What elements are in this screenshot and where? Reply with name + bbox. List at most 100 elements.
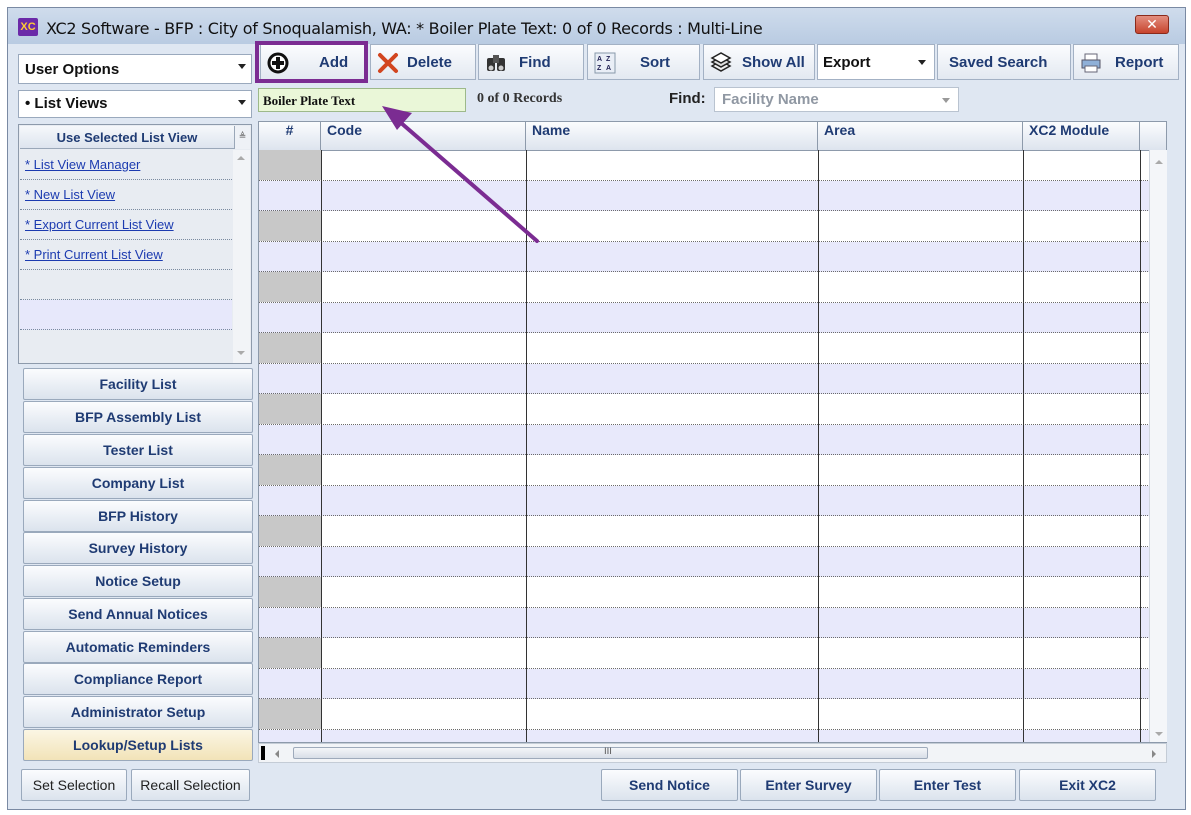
nav-compliance-report[interactable]: Compliance Report bbox=[23, 663, 253, 695]
table-row[interactable] bbox=[259, 363, 1166, 394]
table-row[interactable] bbox=[259, 455, 1166, 486]
row-selector[interactable] bbox=[259, 638, 321, 668]
enter-test-button[interactable]: Enter Test bbox=[879, 769, 1016, 801]
delete-button[interactable]: Delete bbox=[370, 44, 476, 80]
column-header-area[interactable]: Area bbox=[818, 122, 1023, 150]
scroll-left-icon[interactable] bbox=[275, 750, 279, 758]
find-field-select[interactable]: Facility Name bbox=[714, 87, 959, 112]
row-selector[interactable] bbox=[259, 424, 321, 454]
row-selector[interactable] bbox=[259, 729, 321, 742]
scroll-up-icon[interactable] bbox=[237, 156, 245, 160]
grid-header: # Code Name Area XC2 Module bbox=[259, 122, 1166, 151]
table-row[interactable] bbox=[259, 699, 1166, 730]
table-row[interactable] bbox=[259, 302, 1166, 333]
row-selector[interactable] bbox=[259, 668, 321, 698]
find-label: Find bbox=[519, 54, 551, 71]
scroll-right-icon[interactable] bbox=[1152, 750, 1156, 758]
printer-icon bbox=[1081, 53, 1101, 73]
set-selection-button[interactable]: Set Selection bbox=[21, 769, 127, 801]
exit-button[interactable]: Exit XC2 bbox=[1019, 769, 1156, 801]
show-all-button[interactable]: Show All bbox=[703, 44, 815, 80]
column-header-name[interactable]: Name bbox=[526, 122, 818, 150]
table-row[interactable] bbox=[259, 424, 1166, 455]
table-row[interactable] bbox=[259, 668, 1166, 699]
find-button[interactable]: Find bbox=[478, 44, 584, 80]
column-header-number[interactable]: # bbox=[259, 122, 321, 150]
row-selector[interactable] bbox=[259, 577, 321, 607]
row-selector[interactable] bbox=[259, 516, 321, 546]
scroll-thumb[interactable]: III bbox=[293, 747, 928, 759]
grid-horizontal-scrollbar[interactable]: III bbox=[258, 743, 1167, 763]
nav-bfp-assembly-list[interactable]: BFP Assembly List bbox=[23, 401, 253, 433]
nav-administrator-setup[interactable]: Administrator Setup bbox=[23, 696, 253, 728]
sort-label: Sort bbox=[640, 54, 670, 71]
row-selector[interactable] bbox=[259, 363, 321, 393]
list-item[interactable]: * Print Current List View bbox=[20, 240, 232, 270]
scroll-down-icon[interactable] bbox=[237, 351, 245, 355]
column-header-xc2-module[interactable]: XC2 Module bbox=[1023, 122, 1140, 150]
export-list-view-link[interactable]: * Export Current List View bbox=[25, 217, 174, 232]
row-selector[interactable] bbox=[259, 302, 321, 332]
table-row[interactable] bbox=[259, 241, 1166, 272]
nav-company-list[interactable]: Company List bbox=[23, 467, 253, 499]
row-selector[interactable] bbox=[259, 607, 321, 637]
scroll-down-icon[interactable] bbox=[1155, 732, 1163, 736]
row-selector[interactable] bbox=[259, 211, 321, 241]
column-header-code[interactable]: Code bbox=[321, 122, 526, 150]
nav-notice-setup[interactable]: Notice Setup bbox=[23, 565, 253, 597]
list-item[interactable]: * List View Manager bbox=[20, 150, 232, 180]
row-selector[interactable] bbox=[259, 272, 321, 302]
list-item bbox=[20, 300, 232, 330]
nav-lookup-setup-lists[interactable]: Lookup/Setup Lists bbox=[23, 729, 253, 761]
grip-icon: III bbox=[604, 747, 612, 757]
list-view-manager-link[interactable]: * List View Manager bbox=[25, 157, 140, 172]
use-selected-list-view-button[interactable]: Use Selected List View bbox=[20, 126, 234, 149]
table-row[interactable] bbox=[259, 211, 1166, 242]
table-row[interactable] bbox=[259, 485, 1166, 516]
sort-indicator-icon[interactable]: ≜ bbox=[234, 126, 250, 149]
table-row[interactable] bbox=[259, 546, 1166, 577]
nav-tester-list[interactable]: Tester List bbox=[23, 434, 253, 466]
nav-facility-list[interactable]: Facility List bbox=[23, 368, 253, 400]
table-row[interactable] bbox=[259, 150, 1166, 181]
table-row[interactable] bbox=[259, 180, 1166, 211]
row-selector[interactable] bbox=[259, 180, 321, 210]
row-selector[interactable] bbox=[259, 455, 321, 485]
row-selector[interactable] bbox=[259, 546, 321, 576]
table-row[interactable] bbox=[259, 577, 1166, 608]
row-selector[interactable] bbox=[259, 241, 321, 271]
send-notice-button[interactable]: Send Notice bbox=[601, 769, 738, 801]
close-button[interactable]: ✕ bbox=[1135, 15, 1169, 34]
nav-send-annual-notices[interactable]: Send Annual Notices bbox=[23, 598, 253, 630]
table-row[interactable] bbox=[259, 516, 1166, 547]
user-options-dropdown[interactable]: User Options bbox=[18, 54, 252, 84]
table-row[interactable] bbox=[259, 729, 1166, 742]
nav-survey-history[interactable]: Survey History bbox=[23, 532, 253, 564]
table-row[interactable] bbox=[259, 333, 1166, 364]
row-selector[interactable] bbox=[259, 394, 321, 424]
table-row[interactable] bbox=[259, 638, 1166, 669]
sort-button[interactable]: AZZA Sort bbox=[587, 44, 700, 80]
nav-bfp-history[interactable]: BFP History bbox=[23, 500, 253, 532]
row-selector[interactable] bbox=[259, 333, 321, 363]
list-item[interactable]: * Export Current List View bbox=[20, 210, 232, 240]
new-list-view-link[interactable]: * New List View bbox=[25, 187, 115, 202]
print-list-view-link[interactable]: * Print Current List View bbox=[25, 247, 163, 262]
row-selector[interactable] bbox=[259, 485, 321, 515]
recall-selection-button[interactable]: Recall Selection bbox=[131, 769, 250, 801]
list-view-scrollbar[interactable] bbox=[233, 150, 250, 363]
table-row[interactable] bbox=[259, 394, 1166, 425]
row-selector[interactable] bbox=[259, 699, 321, 729]
export-dropdown[interactable]: Export bbox=[817, 44, 935, 80]
table-row[interactable] bbox=[259, 607, 1166, 638]
list-views-dropdown[interactable]: • List Views bbox=[18, 90, 252, 118]
grid-vertical-scrollbar[interactable] bbox=[1149, 150, 1167, 742]
scroll-up-icon[interactable] bbox=[1155, 160, 1163, 164]
enter-survey-button[interactable]: Enter Survey bbox=[740, 769, 877, 801]
row-selector[interactable] bbox=[259, 150, 321, 180]
list-item[interactable]: * New List View bbox=[20, 180, 232, 210]
table-row[interactable] bbox=[259, 272, 1166, 303]
saved-search-button[interactable]: Saved Search bbox=[937, 44, 1071, 80]
nav-automatic-reminders[interactable]: Automatic Reminders bbox=[23, 631, 253, 663]
report-button[interactable]: Report bbox=[1073, 44, 1179, 80]
